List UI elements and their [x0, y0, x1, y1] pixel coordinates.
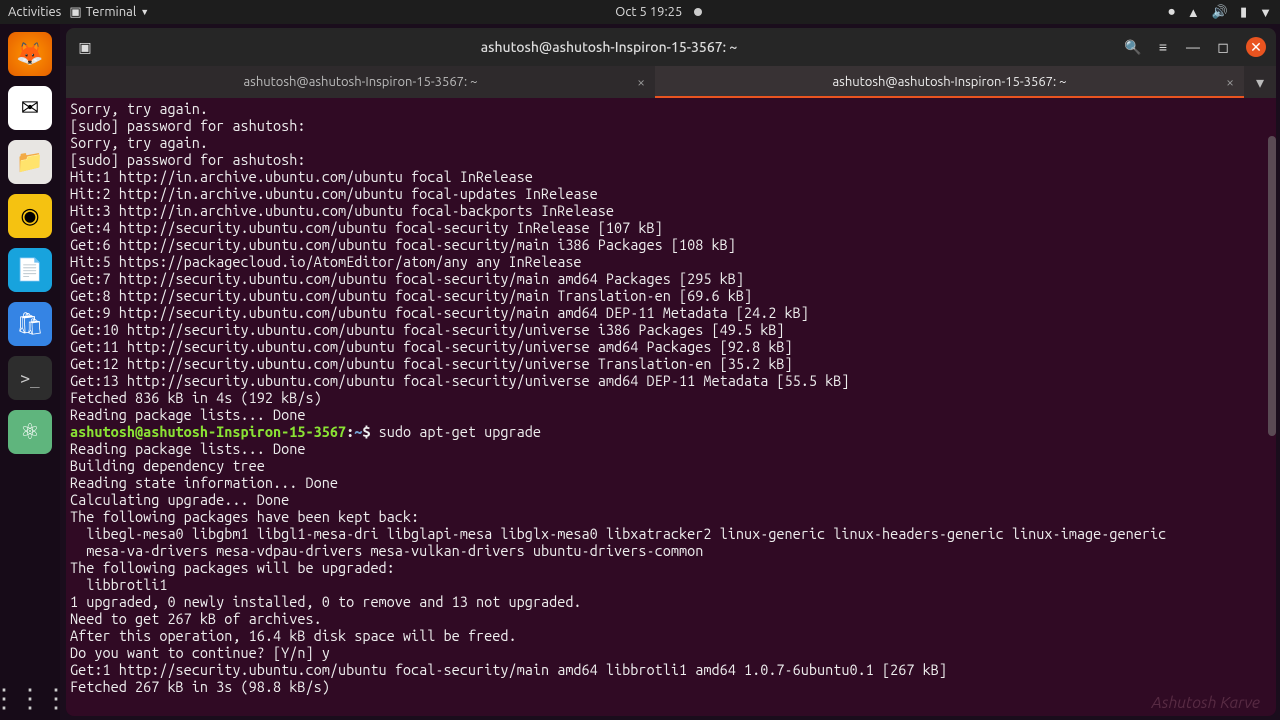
terminal-line: Fetched 267 kB in 3s (98.8 kB/s)	[70, 678, 1272, 695]
terminal-line: Get:9 http://security.ubuntu.com/ubuntu …	[70, 304, 1272, 321]
terminal-line: Get:4 http://security.ubuntu.com/ubuntu …	[70, 219, 1272, 236]
hamburger-menu-button[interactable]: ≡	[1150, 34, 1176, 60]
terminal-window: ▣ ashutosh@ashutosh-Inspiron-15-3567: ~ …	[66, 28, 1276, 716]
terminal-line: Building dependency tree	[70, 457, 1272, 474]
notification-dot-icon	[694, 8, 702, 16]
firefox-icon[interactable]: 🦊	[8, 32, 52, 76]
terminal-tab-2[interactable]: ashutosh@ashutosh-Inspiron-15-3567: ~ ×	[655, 66, 1244, 98]
tab-label: ashutosh@ashutosh-Inspiron-15-3567: ~	[244, 75, 478, 89]
close-button[interactable]: ✕	[1246, 37, 1266, 57]
terminal-line: Get:12 http://security.ubuntu.com/ubuntu…	[70, 355, 1272, 372]
titlebar: ▣ ashutosh@ashutosh-Inspiron-15-3567: ~ …	[66, 28, 1276, 66]
terminal-line: Need to get 267 kB of archives.	[70, 610, 1272, 627]
terminal-line: libbrotli1	[70, 576, 1272, 593]
terminal-line: Hit:5 https://packagecloud.io/AtomEditor…	[70, 253, 1272, 270]
tab-close-icon[interactable]: ×	[1226, 74, 1234, 90]
system-menu-icon[interactable]: ▼	[1259, 5, 1272, 20]
terminal-line: Hit:3 http://in.archive.ubuntu.com/ubunt…	[70, 202, 1272, 219]
thunderbird-icon[interactable]: ✉	[8, 86, 52, 130]
tab-close-icon[interactable]: ×	[637, 74, 645, 90]
terminal-line: Hit:2 http://in.archive.ubuntu.com/ubunt…	[70, 185, 1272, 202]
terminal-line: Calculating upgrade... Done	[70, 491, 1272, 508]
scrollbar[interactable]	[1268, 136, 1276, 436]
gnome-topbar: Activities ▣ Terminal ▼ Oct 5 19:25 ⏺ ▲ …	[0, 0, 1280, 24]
terminal-icon: ▣	[69, 5, 81, 20]
search-button[interactable]: 🔍	[1120, 34, 1146, 60]
terminal-line: Sorry, try again.	[70, 100, 1272, 117]
rhythmbox-icon[interactable]: ◉	[8, 194, 52, 238]
terminal-line: Get:6 http://security.ubuntu.com/ubuntu …	[70, 236, 1272, 253]
tab-bar: ashutosh@ashutosh-Inspiron-15-3567: ~ × …	[66, 66, 1276, 98]
show-applications-icon[interactable]: ⋮⋮⋮	[8, 676, 52, 720]
terminal-line: Fetched 836 kB in 4s (192 kB/s)	[70, 389, 1272, 406]
terminal-dock-icon[interactable]: >_	[8, 356, 52, 400]
terminal-line: Sorry, try again.	[70, 134, 1272, 151]
terminal-line: The following packages have been kept ba…	[70, 508, 1272, 525]
software-icon[interactable]: 🛍	[8, 302, 52, 346]
terminal-line: Get:13 http://security.ubuntu.com/ubuntu…	[70, 372, 1272, 389]
terminal-line: Get:10 http://security.ubuntu.com/ubuntu…	[70, 321, 1272, 338]
terminal-line: The following packages will be upgraded:	[70, 559, 1272, 576]
new-tab-button[interactable]: ▣	[72, 34, 98, 60]
files-icon[interactable]: 📁	[8, 140, 52, 184]
terminal-line: Get:7 http://security.ubuntu.com/ubuntu …	[70, 270, 1272, 287]
terminal-line: ashutosh@ashutosh-Inspiron-15-3567:~$ su…	[70, 423, 1272, 440]
terminal-line: Get:11 http://security.ubuntu.com/ubuntu…	[70, 338, 1272, 355]
clock[interactable]: Oct 5 19:25	[615, 5, 682, 19]
terminal-line: Reading package lists... Done	[70, 406, 1272, 423]
libreoffice-writer-icon[interactable]: 📄	[8, 248, 52, 292]
app-menu[interactable]: ▣ Terminal ▼	[69, 5, 149, 20]
app-menu-label: Terminal	[86, 5, 137, 19]
terminal-line: Reading state information... Done	[70, 474, 1272, 491]
chevron-down-icon: ▼	[140, 7, 149, 17]
terminal-line: After this operation, 16.4 kB disk space…	[70, 627, 1272, 644]
screencast-icon[interactable]: ⏺	[1168, 5, 1175, 20]
tab-label: ashutosh@ashutosh-Inspiron-15-3567: ~	[833, 75, 1067, 89]
minimize-button[interactable]: —	[1180, 34, 1206, 60]
terminal-tab-1[interactable]: ashutosh@ashutosh-Inspiron-15-3567: ~ ×	[66, 66, 655, 98]
maximize-button[interactable]: ◻	[1210, 34, 1236, 60]
terminal-line: Do you want to continue? [Y/n] y	[70, 644, 1272, 661]
terminal-line: libegl-mesa0 libgbm1 libgl1-mesa-dri lib…	[70, 525, 1272, 542]
dock: 🦊 ✉ 📁 ◉ 📄 🛍 >_ ⚛ ⋮⋮⋮	[0, 24, 60, 720]
terminal-line: Reading package lists... Done	[70, 440, 1272, 457]
watermark: Ashutosh Karve	[1151, 694, 1260, 712]
terminal-output[interactable]: Sorry, try again.[sudo] password for ash…	[66, 98, 1276, 716]
terminal-line: Get:8 http://security.ubuntu.com/ubuntu …	[70, 287, 1272, 304]
terminal-line: [sudo] password for ashutosh:	[70, 151, 1272, 168]
activities-button[interactable]: Activities	[8, 5, 61, 19]
terminal-line: mesa-va-drivers mesa-vdpau-drivers mesa-…	[70, 542, 1272, 559]
terminal-line: [sudo] password for ashutosh:	[70, 117, 1272, 134]
terminal-line: Hit:1 http://in.archive.ubuntu.com/ubunt…	[70, 168, 1272, 185]
terminal-line: 1 upgraded, 0 newly installed, 0 to remo…	[70, 593, 1272, 610]
battery-icon[interactable]: ▮	[1240, 5, 1247, 20]
wifi-icon[interactable]: ▲	[1187, 5, 1200, 20]
atom-icon[interactable]: ⚛	[8, 410, 52, 454]
window-title: ashutosh@ashutosh-Inspiron-15-3567: ~	[102, 39, 1116, 55]
tab-dropdown-icon[interactable]: ▾	[1244, 66, 1276, 98]
volume-icon[interactable]: 🔊	[1212, 5, 1228, 20]
terminal-line: Get:1 http://security.ubuntu.com/ubuntu …	[70, 661, 1272, 678]
